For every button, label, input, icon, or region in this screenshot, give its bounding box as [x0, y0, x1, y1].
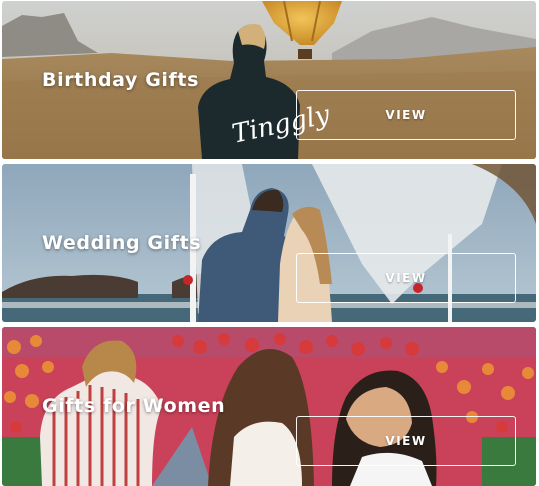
- wedding-gifts-title: Wedding Gifts: [42, 232, 202, 254]
- gifts-for-women-title: Gifts for Women: [42, 395, 226, 417]
- wedding-gifts-card[interactable]: Wedding Gifts VIEW: [2, 164, 536, 322]
- birthday-gifts-title: Birthday Gifts: [42, 69, 199, 91]
- gifts-for-women-card[interactable]: Gifts for Women VIEW: [2, 327, 536, 486]
- gifts-for-women-view-button[interactable]: VIEW: [296, 416, 516, 466]
- birthday-gifts-view-button[interactable]: VIEW: [296, 90, 516, 140]
- wedding-gifts-view-button[interactable]: VIEW: [296, 253, 516, 303]
- birthday-gifts-card[interactable]: Tinggly Birthday Gifts VIEW: [2, 1, 536, 159]
